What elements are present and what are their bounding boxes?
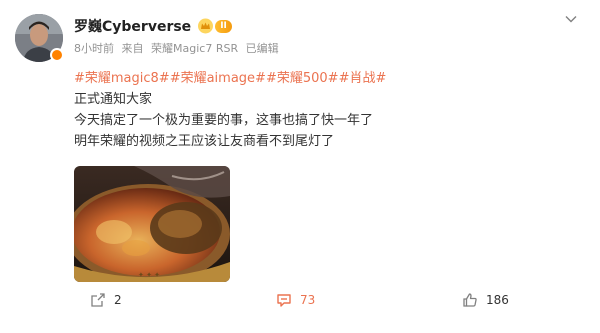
hotpot-photo: ✦ ✦ ✦ xyxy=(74,166,230,282)
post-content: #荣耀magic8##荣耀aimage##荣耀500##肖战# 正式通知大家 今… xyxy=(74,68,386,152)
svg-text:✦ ✦ ✦: ✦ ✦ ✦ xyxy=(138,271,160,279)
edited-label[interactable]: 已编辑 xyxy=(246,42,279,55)
repost-icon xyxy=(91,293,105,307)
comment-button[interactable]: 73 xyxy=(276,292,315,308)
topic-link[interactable]: #荣耀500# xyxy=(266,71,339,86)
vip-badge[interactable]: II xyxy=(197,18,232,34)
topic-link[interactable]: #肖战# xyxy=(339,71,387,86)
post-time[interactable]: 8小时前 xyxy=(74,42,114,55)
topic-line: #荣耀magic8##荣耀aimage##荣耀500##肖战# xyxy=(74,68,386,89)
like-button[interactable]: 186 xyxy=(462,292,509,308)
post-image[interactable]: ✦ ✦ ✦ xyxy=(74,166,230,282)
vip-level: II xyxy=(215,19,232,33)
post-text-line: 正式通知大家 xyxy=(74,92,153,107)
post-meta: 8小时前 来自 荣耀Magic7 RSR 已编辑 xyxy=(74,40,283,56)
post-text-line: 明年荣耀的视频之王应该让友商看不到尾灯了 xyxy=(74,134,335,149)
repost-button[interactable]: 2 xyxy=(90,292,122,308)
comment-count: 73 xyxy=(300,293,316,307)
author-name[interactable]: 罗巍Cyberverse xyxy=(74,16,191,36)
crown-icon xyxy=(198,18,214,34)
post-source: 荣耀Magic7 RSR xyxy=(151,42,239,55)
verified-badge-icon xyxy=(50,48,64,62)
weibo-post-card: 罗巍Cyberverse II 8小时前 来自 荣耀Magic7 RSR 已编辑… xyxy=(0,0,600,333)
thumbs-up-icon xyxy=(463,293,477,307)
topic-link[interactable]: #荣耀magic8# xyxy=(74,71,170,86)
comment-icon xyxy=(277,294,291,307)
like-count: 186 xyxy=(486,293,509,307)
repost-count: 2 xyxy=(114,293,122,307)
post-header: 罗巍Cyberverse II 8小时前 来自 荣耀Magic7 RSR 已编辑 xyxy=(74,16,283,56)
topic-link[interactable]: #荣耀aimage# xyxy=(170,71,266,86)
action-bar: 2 73 186 xyxy=(0,286,600,316)
source-prefix: 来自 xyxy=(121,42,144,55)
chevron-down-icon[interactable] xyxy=(564,12,578,26)
post-text-line: 今天搞定了一个极为重要的事，这事也搞了快一年了 xyxy=(74,113,374,128)
